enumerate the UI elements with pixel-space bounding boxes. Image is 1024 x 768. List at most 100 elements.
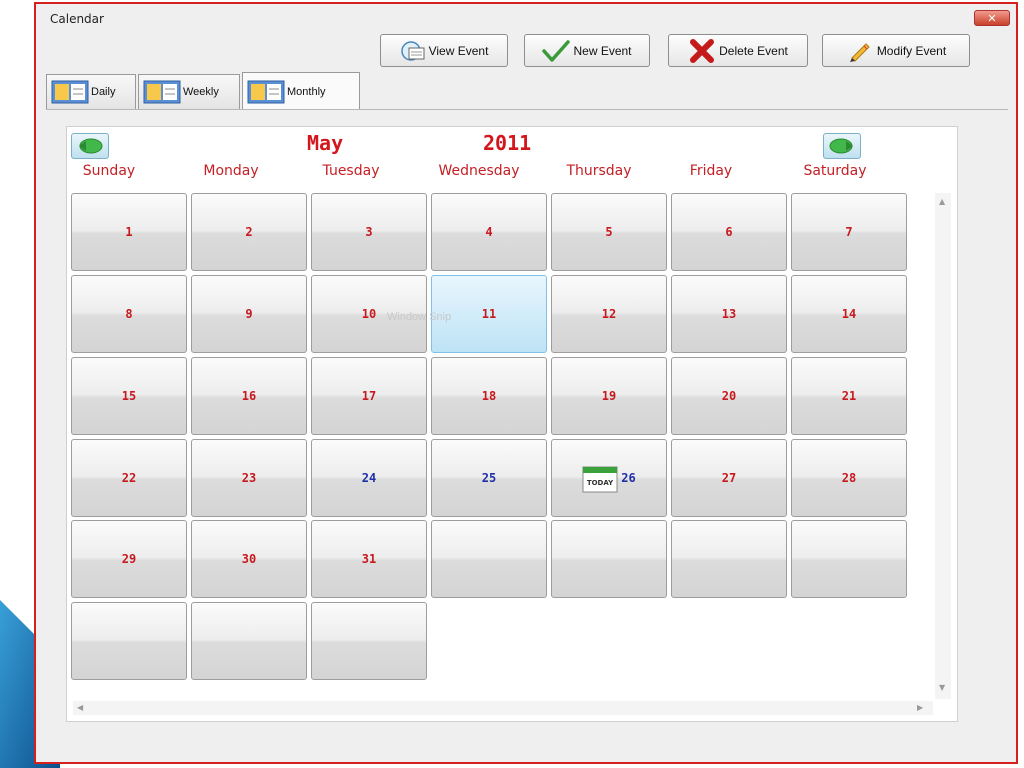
- tab-daily[interactable]: Daily: [46, 74, 136, 109]
- day-cell-31[interactable]: 31: [311, 520, 427, 598]
- day-number: 7: [845, 225, 853, 239]
- checkmark-icon: [542, 39, 571, 62]
- day-cell-25[interactable]: 25: [431, 439, 547, 517]
- close-button[interactable]: ✕: [974, 10, 1010, 26]
- empty-day-cell[interactable]: [191, 602, 307, 680]
- tab-weekly[interactable]: Weekly: [138, 74, 240, 109]
- close-icon: ✕: [987, 12, 997, 25]
- day-cell-29[interactable]: 29: [71, 520, 187, 598]
- day-number: 29: [121, 552, 137, 566]
- day-cell-23[interactable]: 23: [191, 439, 307, 517]
- day-cell-4[interactable]: 4: [431, 193, 547, 271]
- previous-month-button[interactable]: [71, 133, 109, 159]
- day-cell-27[interactable]: 27: [671, 439, 787, 517]
- day-cell-22[interactable]: 22: [71, 439, 187, 517]
- view-event-icon: [400, 40, 425, 61]
- arrow-left-icon: [79, 138, 103, 154]
- modify-event-button[interactable]: Modify Event: [822, 34, 970, 67]
- day-number: 9: [245, 307, 253, 321]
- tab-divider: [46, 109, 1008, 110]
- day-number: 19: [601, 389, 617, 403]
- day-cell-6[interactable]: 6: [671, 193, 787, 271]
- day-cell-12[interactable]: 12: [551, 275, 667, 353]
- day-number: 15: [121, 389, 137, 403]
- day-number: 10: [361, 307, 377, 321]
- delete-event-button[interactable]: Delete Event: [668, 34, 808, 67]
- day-cell-19[interactable]: 19: [551, 357, 667, 435]
- day-number: 21: [841, 389, 857, 403]
- empty-day-cell[interactable]: [791, 520, 907, 598]
- empty-day-cell[interactable]: [551, 520, 667, 598]
- calendar-list-icon: [143, 80, 181, 104]
- vertical-scrollbar[interactable]: ▲ ▼: [935, 193, 951, 699]
- month-view-panel: May 2011 Sunday Monday Tuesday Wednesday…: [66, 126, 958, 722]
- scroll-up-icon[interactable]: ▲: [939, 197, 945, 206]
- empty-day-cell[interactable]: [431, 520, 547, 598]
- view-event-button[interactable]: View Event: [380, 34, 508, 67]
- day-cell-8[interactable]: 8: [71, 275, 187, 353]
- scroll-right-icon[interactable]: ▶: [917, 703, 923, 712]
- scroll-down-icon[interactable]: ▼: [939, 683, 945, 692]
- empty-day-cell[interactable]: [311, 602, 427, 680]
- day-number: 8: [125, 307, 133, 321]
- tab-monthly-label: Monthly: [287, 85, 326, 98]
- day-number: 14: [841, 307, 857, 321]
- day-cell-14[interactable]: 14: [791, 275, 907, 353]
- day-number: 1: [125, 225, 133, 239]
- scroll-left-icon[interactable]: ◀: [77, 703, 83, 712]
- day-cell-15[interactable]: 15: [71, 357, 187, 435]
- day-number: 28: [841, 471, 857, 485]
- year-label: 2011: [483, 131, 532, 155]
- day-number: 4: [485, 225, 493, 239]
- day-number: 11: [481, 307, 497, 321]
- day-number: 17: [361, 389, 377, 403]
- day-number: 22: [121, 471, 137, 485]
- calendar-window: Calendar ✕ View Event New Event Delete E…: [34, 2, 1018, 764]
- day-cell-30[interactable]: 30: [191, 520, 307, 598]
- weekday-friday: Friday: [689, 163, 733, 179]
- day-cell-18[interactable]: 18: [431, 357, 547, 435]
- empty-day-cell[interactable]: [671, 520, 787, 598]
- day-cell-13[interactable]: 13: [671, 275, 787, 353]
- day-number: 12: [601, 307, 617, 321]
- day-number: 23: [241, 471, 257, 485]
- day-cell-7[interactable]: 7: [791, 193, 907, 271]
- tab-daily-label: Daily: [91, 86, 116, 98]
- day-number: 24: [361, 471, 377, 485]
- day-cell-3[interactable]: 3: [311, 193, 427, 271]
- delete-event-label: Delete Event: [719, 43, 788, 58]
- pencil-icon: [849, 42, 870, 62]
- day-cell-21[interactable]: 21: [791, 357, 907, 435]
- day-cell-17[interactable]: 17: [311, 357, 427, 435]
- weekday-monday: Monday: [203, 163, 259, 179]
- day-number: 25: [481, 471, 497, 485]
- empty-day-cell[interactable]: [71, 602, 187, 680]
- day-cell-16[interactable]: 16: [191, 357, 307, 435]
- today-calendar-icon: TODAY: [582, 466, 618, 493]
- window-snip-watermark: Window Snip: [387, 311, 452, 323]
- tab-monthly[interactable]: Monthly: [242, 72, 360, 110]
- horizontal-scrollbar[interactable]: ◀ ▶: [73, 701, 933, 715]
- tab-weekly-label: Weekly: [183, 86, 219, 98]
- title-bar: Calendar ✕: [36, 4, 1016, 34]
- day-cell-2[interactable]: 2: [191, 193, 307, 271]
- day-cell-26[interactable]: TODAY 26: [551, 439, 667, 517]
- day-number: 20: [721, 389, 737, 403]
- day-number: 30: [241, 552, 257, 566]
- new-event-button[interactable]: New Event: [524, 34, 650, 67]
- view-event-label: View Event: [428, 43, 489, 58]
- weekday-thursday: Thursday: [566, 163, 632, 179]
- day-cell-9[interactable]: 9: [191, 275, 307, 353]
- arrow-right-icon: [829, 138, 853, 154]
- day-cell-28[interactable]: 28: [791, 439, 907, 517]
- day-number: 3: [365, 225, 373, 239]
- modify-event-label: Modify Event: [876, 43, 947, 58]
- calendar-list-icon: [247, 80, 285, 103]
- weekday-sunday: Sunday: [82, 163, 136, 179]
- day-cell-20[interactable]: 20: [671, 357, 787, 435]
- day-cell-5[interactable]: 5: [551, 193, 667, 271]
- day-cell-24[interactable]: 24: [311, 439, 427, 517]
- next-month-button[interactable]: [823, 133, 861, 159]
- weekday-tuesday: Tuesday: [322, 163, 380, 179]
- day-cell-1[interactable]: 1: [71, 193, 187, 271]
